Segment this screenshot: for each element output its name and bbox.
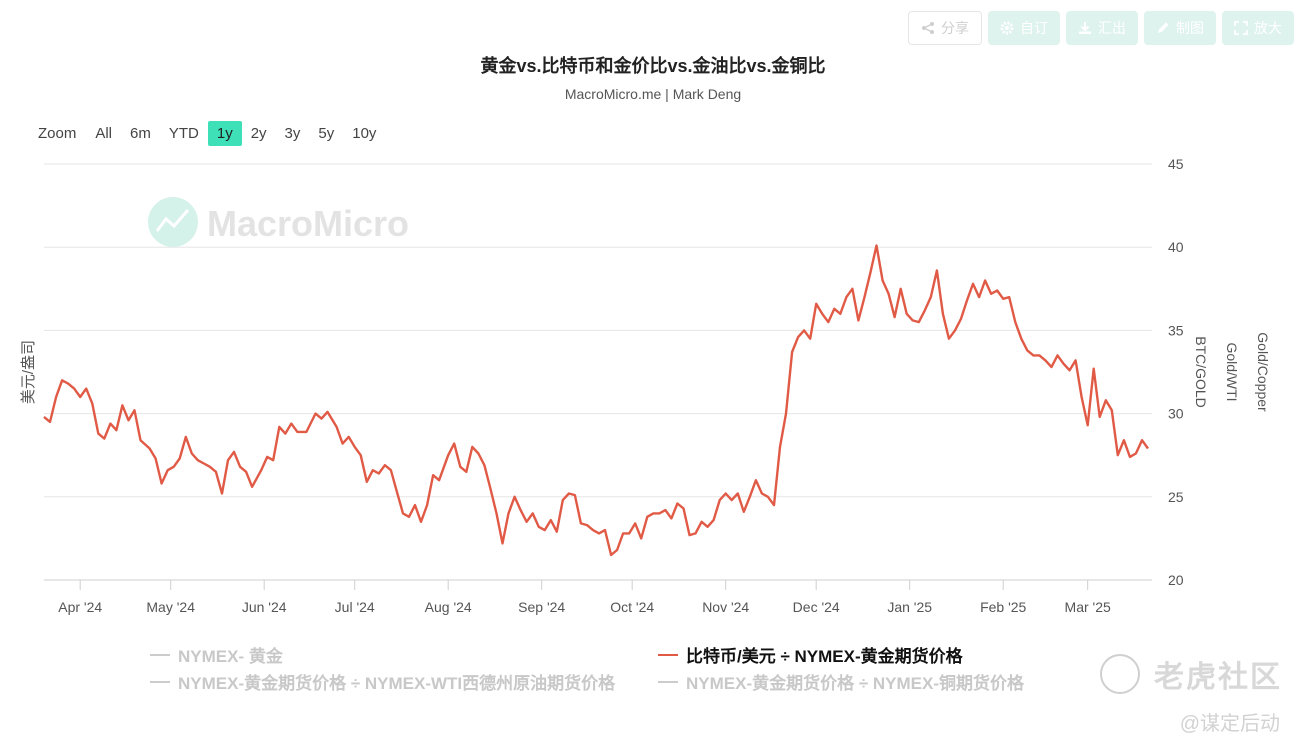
macromicro-watermark-text: MacroMicro bbox=[207, 203, 409, 244]
legend-swatch bbox=[658, 653, 678, 656]
y-tick-label: 40 bbox=[1168, 239, 1184, 255]
x-tick-label: Apr '24 bbox=[58, 599, 102, 615]
y-tick-label: 45 bbox=[1168, 156, 1184, 172]
macromicro-watermark: MacroMicro bbox=[148, 197, 409, 247]
zoom-1y-button[interactable]: 1y bbox=[207, 121, 242, 146]
chart-subtitle: MacroMicro.me | Mark Deng bbox=[564, 86, 742, 102]
download-icon bbox=[1079, 22, 1091, 34]
tiger-community-watermark: 老虎社区 bbox=[1100, 652, 1282, 696]
y-tick-label: 20 bbox=[1168, 572, 1184, 588]
legend-swatch bbox=[150, 680, 170, 683]
enlarge-button[interactable]: 放大 bbox=[1222, 11, 1294, 45]
x-axis: Apr '24 May '24 Jun '24 Jul '24 Aug '24 Sep '… bbox=[58, 580, 1111, 615]
x-tick-label: Dec '24 bbox=[793, 599, 840, 615]
x-tick-label: Sep '24 bbox=[518, 599, 565, 615]
x-tick-label: Aug '24 bbox=[425, 599, 472, 615]
chart-title: 黄金vs.比特币和金价比vs.金油比vs.金铜比 bbox=[480, 56, 826, 76]
line-chart: MacroMicro 20 25 30 35 40 45 Apr '24 May '24 Ju… bbox=[20, 156, 1271, 615]
legend-item-btc-gold[interactable]: 比特币/美元 ÷ NYMEX-黄金期货价格 bbox=[658, 642, 963, 667]
zoom-ytd-button[interactable]: YTD bbox=[160, 121, 208, 146]
zoom-all-button[interactable]: All bbox=[86, 121, 121, 146]
legend-label: NYMEX-黄金期货价格 ÷ NYMEX-WTI西德州原油期货价格 bbox=[178, 674, 616, 693]
share-icon bbox=[922, 22, 934, 34]
share-label: 分享 bbox=[941, 20, 969, 36]
edit-chart-label: 制图 bbox=[1176, 20, 1204, 36]
zoom-5y-button[interactable]: 5y bbox=[309, 121, 343, 146]
tiger-community-name: 老虎社区 bbox=[1154, 661, 1282, 694]
edit-chart-button[interactable]: 制图 bbox=[1144, 11, 1216, 45]
x-tick-label: Nov '24 bbox=[702, 599, 749, 615]
chart-toolbar: 分享 自订 汇出 制图 放大 bbox=[908, 11, 1294, 45]
legend-swatch bbox=[150, 653, 170, 656]
export-label: 汇出 bbox=[1098, 20, 1126, 36]
x-tick-label: Feb '25 bbox=[980, 599, 1026, 615]
subscribe-label: 自订 bbox=[1020, 20, 1048, 36]
y-tick-label: 35 bbox=[1168, 322, 1184, 338]
enlarge-label: 放大 bbox=[1254, 20, 1282, 36]
series-group bbox=[43, 244, 1149, 557]
legend-label: NYMEX-黄金期货价格 ÷ NYMEX-铜期货价格 bbox=[686, 674, 1025, 693]
tiger-logo-icon bbox=[1100, 654, 1140, 694]
legend-swatch bbox=[658, 680, 678, 683]
zoom-10y-button[interactable]: 10y bbox=[343, 121, 385, 146]
zoom-label: Zoom bbox=[38, 125, 77, 142]
legend-label: NYMEX- 黄金 bbox=[178, 647, 283, 666]
zoom-2y-button[interactable]: 2y bbox=[242, 121, 276, 146]
export-button[interactable]: 汇出 bbox=[1066, 11, 1138, 45]
y-axis-label-gold-copper: Gold/Copper bbox=[1255, 332, 1271, 412]
x-tick-label: Oct '24 bbox=[610, 599, 654, 615]
gear-icon bbox=[1000, 21, 1014, 35]
x-tick-label: Mar '25 bbox=[1065, 599, 1111, 615]
share-button[interactable]: 分享 bbox=[908, 11, 982, 45]
legend-item-gold-copper[interactable]: NYMEX-黄金期货价格 ÷ NYMEX-铜期货价格 bbox=[658, 669, 1024, 694]
x-tick-label: Jan '25 bbox=[887, 599, 932, 615]
x-tick-label: Jun '24 bbox=[242, 599, 287, 615]
x-tick-label: Jul '24 bbox=[335, 599, 375, 615]
expand-icon bbox=[1234, 21, 1248, 35]
zoom-6m-button[interactable]: 6m bbox=[121, 121, 160, 146]
author-handle: @谋定后动 bbox=[1179, 713, 1280, 735]
y-tick-label: 25 bbox=[1168, 489, 1184, 505]
y-tick-label: 30 bbox=[1168, 406, 1184, 422]
macromicro-logo-icon bbox=[148, 197, 198, 247]
y-axis-right: 20 25 30 35 40 45 bbox=[1168, 156, 1184, 588]
legend-item-gold[interactable]: NYMEX- 黄金 bbox=[150, 642, 283, 667]
y-axis-label-gold-wti: Gold/WTI bbox=[1224, 342, 1240, 401]
legend-item-gold-wti[interactable]: NYMEX-黄金期货价格 ÷ NYMEX-WTI西德州原油期货价格 bbox=[150, 669, 615, 694]
zoom-3y-button[interactable]: 3y bbox=[276, 121, 310, 146]
pencil-icon bbox=[1158, 22, 1169, 33]
series-line-btc-gold bbox=[43, 244, 1149, 557]
subscribe-button[interactable]: 自订 bbox=[988, 11, 1060, 45]
legend-label: 比特币/美元 ÷ NYMEX-黄金期货价格 bbox=[686, 647, 963, 666]
y-axis-label-left: 美元/盎司 bbox=[20, 340, 37, 404]
zoom-range-selector: Zoom All 6m YTD 1y 2y 3y 5y 10y bbox=[38, 121, 385, 146]
x-tick-label: May '24 bbox=[146, 599, 195, 615]
y-axis-label-btc-gold: BTC/GOLD bbox=[1193, 336, 1209, 408]
